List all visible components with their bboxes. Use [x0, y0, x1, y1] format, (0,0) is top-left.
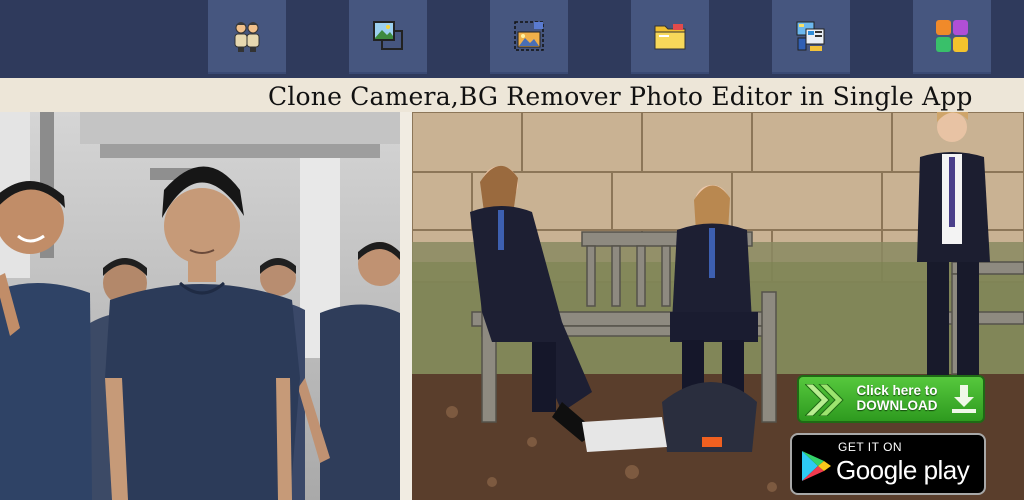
store-badge-small: GET IT ON [838, 440, 903, 454]
clone-people-icon [234, 22, 260, 52]
photo-layers-icon [373, 21, 403, 50]
folder-icon [654, 24, 686, 50]
photo-divider [400, 112, 412, 500]
app-screens-icon [796, 21, 825, 51]
toolbar [0, 0, 1024, 78]
download-line2: DOWNLOAD [856, 398, 938, 413]
play-store-icon [802, 451, 831, 481]
download-line1: Click here to [856, 383, 938, 398]
photo-layers-button[interactable] [349, 0, 427, 74]
collage-button[interactable] [913, 0, 991, 74]
download-label: Click here to DOWNLOAD [843, 383, 951, 413]
clone-camera-photo [0, 78, 400, 500]
crop-image-button[interactable] [490, 0, 568, 74]
download-button[interactable]: Click here to DOWNLOAD [797, 375, 985, 423]
crop-image-icon [514, 21, 544, 51]
store-badge-big: Google play [836, 455, 970, 485]
folder-button[interactable] [631, 0, 709, 74]
color-tiles-icon [936, 20, 968, 52]
chevrons-icon [805, 384, 844, 416]
google-play-badge[interactable]: GET IT ON Google play [790, 433, 986, 495]
app-screens-button[interactable] [772, 0, 850, 74]
download-arrow-icon [952, 385, 976, 413]
clone-camera-button[interactable] [208, 0, 286, 74]
headline-title: Clone Camera,BG Remover Photo Editor in … [268, 82, 973, 111]
